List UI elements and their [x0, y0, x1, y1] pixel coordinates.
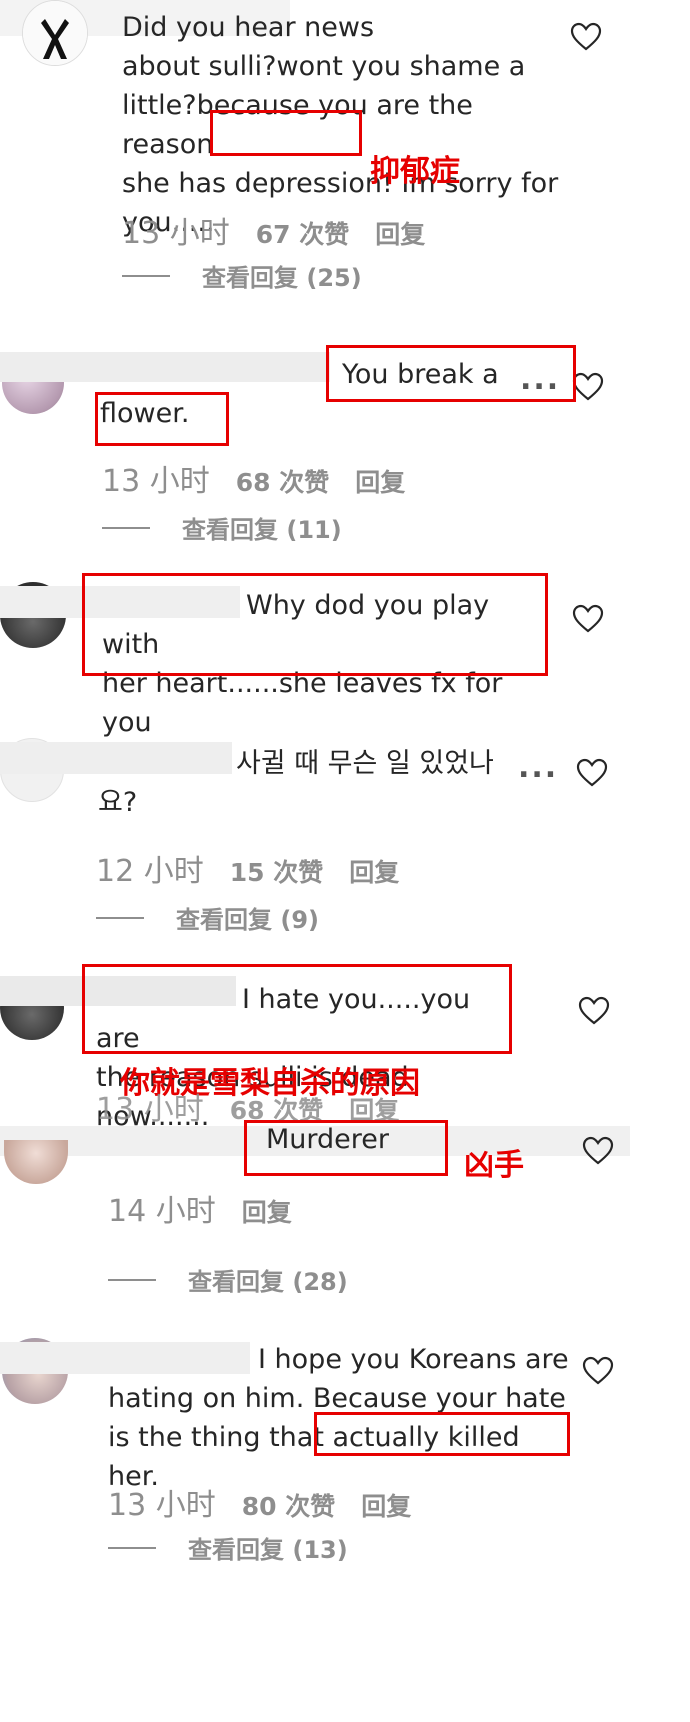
annotation-note: 凶手	[464, 1148, 524, 1183]
highlight-box	[210, 110, 362, 156]
avatar-ribbon-icon	[23, 1, 87, 65]
divider-dash	[122, 274, 170, 277]
view-replies[interactable]: 查看回复 (28)	[108, 1262, 348, 1297]
view-replies-label[interactable]: 查看回复 (25)	[202, 258, 362, 293]
like-count[interactable]: 67 次赞	[256, 215, 350, 251]
like-count[interactable]: 68 次赞	[236, 463, 330, 499]
like-count[interactable]: 15 次赞	[230, 853, 324, 889]
divider-dash	[108, 1546, 156, 1549]
highlight-box	[82, 573, 548, 676]
view-replies-label[interactable]: 查看回复 (13)	[188, 1530, 348, 1565]
reply-button[interactable]: 回复	[375, 215, 425, 251]
comment-meta: 14 小时 回复	[108, 1186, 292, 1230]
comment-meta: 13 小时 80 次赞 回复	[108, 1480, 411, 1524]
heart-icon[interactable]	[582, 1356, 614, 1386]
avatar[interactable]	[22, 0, 88, 66]
highlight-box	[326, 345, 576, 402]
timestamp: 14 小时	[108, 1194, 216, 1229]
divider-dash	[102, 526, 150, 529]
highlight-box	[314, 1412, 570, 1456]
avatar[interactable]	[4, 1140, 68, 1184]
more-icon[interactable]: ...	[518, 750, 558, 785]
timestamp: 13 小时	[102, 464, 210, 499]
view-replies-label[interactable]: 查看回复 (28)	[188, 1262, 348, 1297]
timestamp: 13 小时	[96, 1092, 204, 1127]
like-count[interactable]: 80 次赞	[242, 1487, 336, 1523]
view-replies-label[interactable]: 查看回复 (9)	[176, 900, 319, 935]
annotation-note: 抑郁症	[370, 154, 460, 189]
comment-meta: 12 小时 15 次赞 回复	[96, 846, 399, 890]
heart-icon[interactable]	[572, 372, 604, 402]
timestamp: 12 小时	[96, 854, 204, 889]
highlight-box	[82, 964, 512, 1054]
view-replies[interactable]: 查看回复 (25)	[122, 258, 362, 293]
heart-icon[interactable]	[576, 758, 608, 788]
heart-icon[interactable]	[582, 1136, 614, 1166]
comment-text: 사귈 때 무슨 일 있었나 요?	[98, 748, 494, 818]
reply-button[interactable]: 回复	[361, 1487, 411, 1523]
view-replies[interactable]: 查看回复 (11)	[102, 510, 342, 545]
timestamp: 13 小时	[108, 1488, 216, 1523]
divider-dash	[96, 916, 144, 919]
reply-button[interactable]: 回复	[349, 853, 399, 889]
comment-meta: 13 小时 68 次赞 回复	[102, 456, 405, 500]
heart-icon[interactable]	[570, 22, 602, 52]
view-replies-label[interactable]: 查看回复 (11)	[182, 510, 342, 545]
heart-icon[interactable]	[578, 996, 610, 1026]
view-replies[interactable]: 查看回复 (9)	[96, 900, 319, 935]
reply-button[interactable]: 回复	[242, 1193, 292, 1229]
reply-button[interactable]: 回复	[355, 463, 405, 499]
comment-meta: 13 小时 67 次赞 回复	[122, 208, 425, 252]
heart-icon[interactable]	[572, 604, 604, 634]
divider-dash	[108, 1278, 156, 1281]
highlight-box	[95, 392, 229, 446]
timestamp: 13 小时	[122, 216, 230, 251]
view-replies[interactable]: 查看回复 (13)	[108, 1530, 348, 1565]
highlight-box	[244, 1120, 448, 1176]
